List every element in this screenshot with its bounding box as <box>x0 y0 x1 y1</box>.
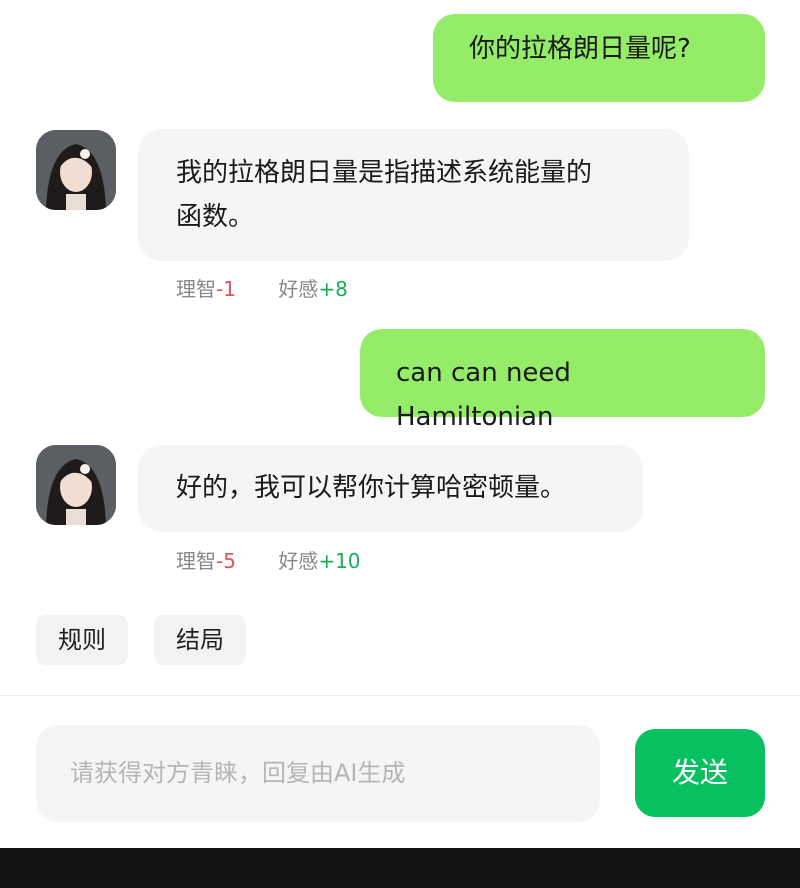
favor-stat: 好感+8 <box>278 277 348 301</box>
divider <box>0 695 800 696</box>
favor-stat: 好感+10 <box>278 549 361 573</box>
rules-button[interactable]: 规则 <box>36 615 128 665</box>
user-message-bubble: can can need Hamiltonian <box>360 329 765 432</box>
avatar[interactable] <box>36 445 116 525</box>
reason-stat: 理智-5 <box>176 549 236 573</box>
stats-row: 理智-1 好感+8 <box>176 273 384 302</box>
bot-message-line: 我的拉格朗日量是指描述系统能量的 <box>176 158 593 188</box>
send-button[interactable]: 发送 <box>635 729 765 817</box>
user-message-text: can can need Hamiltonian <box>396 358 571 432</box>
message-input[interactable]: 请获得对方青睐，回复由AI生成 <box>36 725 600 822</box>
bot-message-bubble: 我的拉格朗日量是指描述系统能量的 函数。 <box>138 129 689 261</box>
avatar-portrait-icon <box>36 445 116 525</box>
user-message-bubble: 你的拉格朗日量呢? <box>433 14 765 102</box>
reason-stat: 理智-1 <box>176 277 236 301</box>
avatar[interactable] <box>36 130 116 210</box>
user-message-text: 你的拉格朗日量呢? <box>469 34 691 64</box>
bot-message-bubble: 好的，我可以帮你计算哈密顿量。 <box>138 445 643 532</box>
ending-button[interactable]: 结局 <box>154 615 246 665</box>
system-navigation-bar <box>0 848 800 888</box>
bot-message-line: 好的，我可以帮你计算哈密顿量。 <box>176 473 567 503</box>
avatar-portrait-icon <box>36 130 116 210</box>
stats-row: 理智-5 好感+10 <box>176 545 397 574</box>
bot-message-line: 函数。 <box>176 202 255 232</box>
